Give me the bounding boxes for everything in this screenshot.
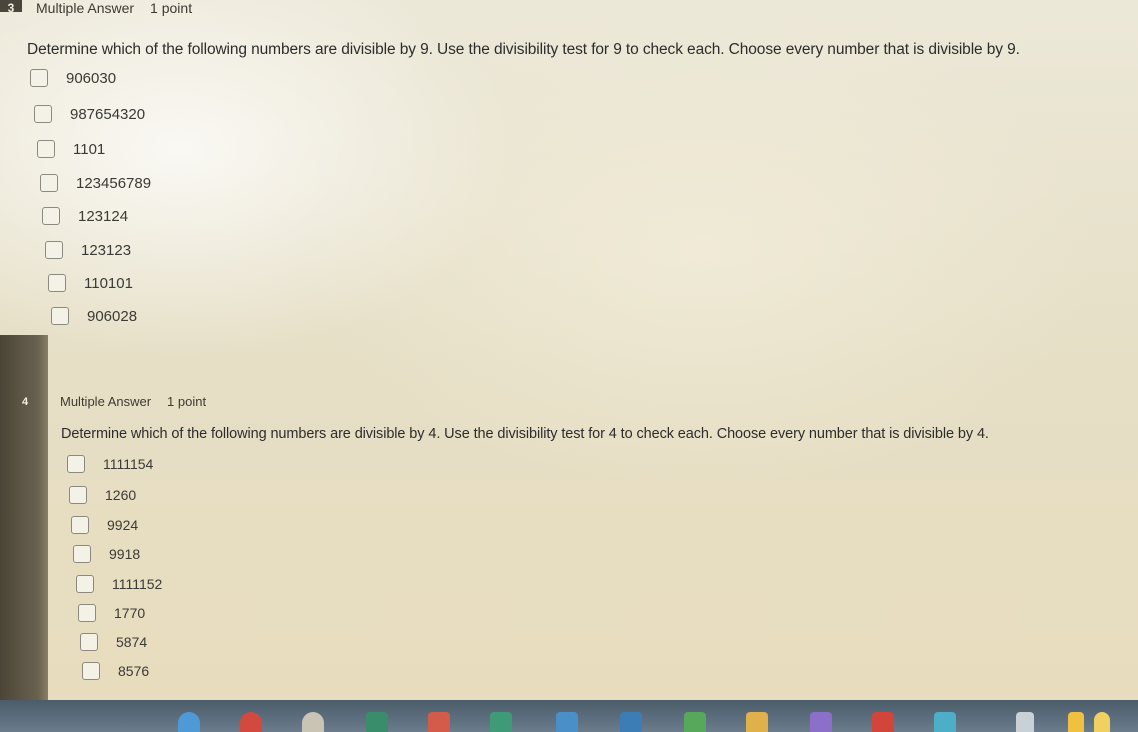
option-row[interactable]: 1101 xyxy=(37,140,105,158)
question-type: Multiple Answer xyxy=(60,394,152,409)
option-row[interactable]: 1260 xyxy=(69,486,136,504)
option-row[interactable]: 123123 xyxy=(45,241,131,259)
option-row[interactable]: 123124 xyxy=(42,207,128,225)
option-label: 1111152 xyxy=(112,576,163,592)
option-label: 9924 xyxy=(107,517,139,533)
option-checkbox[interactable] xyxy=(30,69,48,87)
question-type: Multiple Answer xyxy=(36,0,135,16)
option-checkbox[interactable] xyxy=(82,662,100,680)
option-label: 123123 xyxy=(81,241,132,259)
option-row[interactable]: 906028 xyxy=(51,307,137,325)
option-row[interactable]: 9918 xyxy=(73,545,140,563)
option-row[interactable]: 1111154 xyxy=(67,455,153,473)
option-label: 8576 xyxy=(118,663,150,679)
question-number: 3 xyxy=(7,1,15,15)
forms-icon[interactable] xyxy=(810,712,832,732)
question-3-header: 3 Multiple Answer 1 point xyxy=(0,0,192,16)
docs-icon[interactable] xyxy=(620,712,642,732)
os-shelf xyxy=(0,700,1138,732)
question-number: 4 xyxy=(21,395,29,408)
classroom-icon[interactable] xyxy=(490,712,512,732)
option-label: 1101 xyxy=(73,140,106,158)
option-label: 9918 xyxy=(109,546,141,562)
photos-icon[interactable] xyxy=(746,712,768,732)
option-row[interactable]: 8576 xyxy=(82,662,149,680)
youtube-icon[interactable] xyxy=(872,712,894,732)
question-points: 1 point xyxy=(150,0,193,16)
option-checkbox[interactable] xyxy=(71,516,89,534)
option-checkbox[interactable] xyxy=(67,455,85,473)
question-4-header: 4 Multiple Answer 1 point xyxy=(14,394,206,409)
option-checkbox[interactable] xyxy=(80,633,98,651)
question-points: 1 point xyxy=(167,394,207,409)
gmail-icon[interactable] xyxy=(428,712,450,732)
option-label: 1260 xyxy=(105,487,137,503)
option-checkbox[interactable] xyxy=(37,140,55,158)
option-label: 1111154 xyxy=(103,456,154,472)
option-label: 987654320 xyxy=(70,105,146,123)
files-icon[interactable] xyxy=(1016,712,1034,732)
option-label: 5874 xyxy=(116,634,148,650)
option-row[interactable]: 1111152 xyxy=(76,575,162,593)
option-label: 123456789 xyxy=(76,174,152,192)
question-4-number-badge-bg xyxy=(0,335,48,705)
option-row[interactable]: 5874 xyxy=(80,633,147,651)
launcher-icon[interactable] xyxy=(178,712,200,732)
search-icon[interactable] xyxy=(302,712,324,732)
option-label: 123124 xyxy=(78,207,129,225)
option-checkbox[interactable] xyxy=(78,604,96,622)
option-checkbox[interactable] xyxy=(42,207,60,225)
option-checkbox[interactable] xyxy=(40,174,58,192)
option-row[interactable]: 9924 xyxy=(71,516,138,534)
option-row[interactable]: 110101 xyxy=(48,274,133,292)
option-row[interactable]: 987654320 xyxy=(34,105,145,123)
option-row[interactable]: 1770 xyxy=(78,604,145,622)
question-4-prompt: Determine which of the following numbers… xyxy=(61,426,989,442)
option-checkbox[interactable] xyxy=(34,105,52,123)
status-icon[interactable] xyxy=(1094,712,1110,732)
play-store-icon[interactable] xyxy=(934,712,956,732)
sheets-icon[interactable] xyxy=(684,712,706,732)
option-checkbox[interactable] xyxy=(73,545,91,563)
question-3-prompt: Determine which of the following numbers… xyxy=(27,41,1020,58)
option-label: 1770 xyxy=(114,605,146,621)
option-row[interactable]: 906030 xyxy=(30,69,116,87)
option-label: 906028 xyxy=(87,307,138,325)
page-background xyxy=(0,0,1138,732)
option-row[interactable]: 123456789 xyxy=(40,174,151,192)
option-checkbox[interactable] xyxy=(51,307,69,325)
chrome-icon[interactable] xyxy=(240,712,262,732)
drive-icon[interactable] xyxy=(556,712,578,732)
option-label: 110101 xyxy=(84,274,133,292)
option-checkbox[interactable] xyxy=(76,575,94,593)
meet-icon[interactable] xyxy=(366,712,388,732)
option-checkbox[interactable] xyxy=(48,274,66,292)
option-checkbox[interactable] xyxy=(69,486,87,504)
option-label: 906030 xyxy=(66,69,117,87)
warning-icon[interactable] xyxy=(1068,712,1084,732)
option-checkbox[interactable] xyxy=(45,241,63,259)
